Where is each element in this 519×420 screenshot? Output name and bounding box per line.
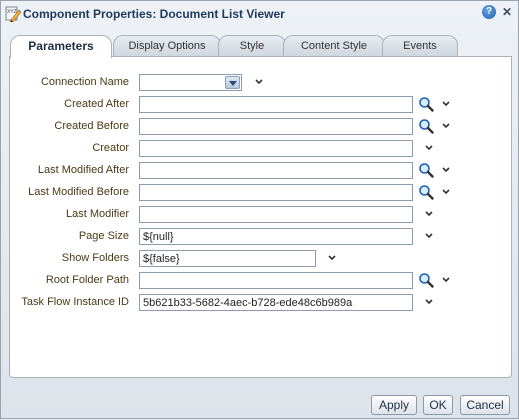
page-size-input[interactable] [139, 228, 413, 245]
param-row-last-modified-before: Last Modified Before [10, 184, 513, 202]
created-before-input[interactable] [139, 118, 413, 135]
parameters-panel: Connection Name Created After Created Be… [9, 56, 512, 378]
param-label: Last Modified After [37, 164, 129, 176]
svg-text:XYZ: XYZ [7, 9, 17, 15]
tab-content-style[interactable]: Content Style [283, 35, 385, 57]
param-label: Creator [92, 142, 129, 154]
param-row-task-flow-instance-id: Task Flow Instance ID [10, 294, 513, 312]
close-icon[interactable]: ✕ [501, 5, 513, 19]
chevron-down-icon[interactable] [441, 275, 451, 285]
search-icon[interactable] [418, 184, 434, 200]
chevron-down-icon[interactable] [441, 187, 451, 197]
edit-pencil-icon: XYZ [5, 6, 21, 22]
last-modifier-input[interactable] [139, 206, 413, 223]
tab-parameters[interactable]: Parameters [10, 35, 112, 58]
param-label: Task Flow Instance ID [21, 296, 129, 308]
help-icon[interactable]: ? [482, 5, 496, 19]
param-row-last-modified-after: Last Modified After [10, 162, 513, 180]
chevron-down-icon[interactable] [441, 165, 451, 175]
param-label: Created After [64, 98, 129, 110]
chevron-down-icon[interactable] [424, 297, 434, 307]
root-folder-path-input[interactable] [139, 272, 413, 289]
created-after-input[interactable] [139, 96, 413, 113]
tab-style[interactable]: Style [218, 35, 286, 57]
tab-display-options[interactable]: Display Options [113, 35, 221, 57]
dialog-title: Component Properties: Document List View… [23, 7, 285, 21]
param-row-root-folder-path: Root Folder Path [10, 272, 513, 290]
search-icon[interactable] [418, 272, 434, 288]
creator-input[interactable] [139, 140, 413, 157]
connection-name-select[interactable] [139, 74, 242, 91]
search-icon[interactable] [418, 96, 434, 112]
cancel-button[interactable]: Cancel [460, 395, 510, 415]
last-modified-before-input[interactable] [139, 184, 413, 201]
param-row-show-folders: Show Folders [10, 250, 513, 268]
param-label: Last Modified Before [28, 186, 129, 198]
param-row-page-size: Page Size [10, 228, 513, 246]
task-flow-instance-id-input[interactable] [139, 294, 413, 311]
tab-events[interactable]: Events [382, 35, 458, 57]
param-label: Created Before [54, 120, 129, 132]
last-modified-after-input[interactable] [139, 162, 413, 179]
dialog-footer: Apply OK Cancel [1, 389, 519, 420]
param-label: Connection Name [40, 76, 129, 88]
param-label: Root Folder Path [45, 274, 129, 286]
search-icon[interactable] [418, 118, 434, 134]
chevron-down-icon[interactable] [254, 77, 264, 87]
component-properties-dialog: XYZ Component Properties: Document List … [0, 0, 519, 419]
param-label: Show Folders [61, 252, 129, 264]
search-icon[interactable] [418, 162, 434, 178]
dropdown-arrow-icon[interactable] [225, 76, 240, 89]
param-row-connection-name: Connection Name [10, 74, 513, 92]
param-row-last-modifier: Last Modifier [10, 206, 513, 224]
chevron-down-icon[interactable] [424, 231, 434, 241]
tab-bar: Parameters Display Options Style Content… [1, 35, 519, 58]
param-row-created-after: Created After [10, 96, 513, 114]
param-row-created-before: Created Before [10, 118, 513, 136]
chevron-down-icon[interactable] [441, 121, 451, 131]
param-label: Last Modifier [66, 208, 129, 220]
ok-button[interactable]: OK [423, 395, 453, 415]
dialog-titlebar: XYZ Component Properties: Document List … [1, 1, 518, 27]
apply-button[interactable]: Apply [371, 395, 417, 415]
chevron-down-icon[interactable] [424, 209, 434, 219]
chevron-down-icon[interactable] [327, 253, 337, 263]
show-folders-input[interactable] [139, 250, 316, 267]
chevron-down-icon[interactable] [424, 143, 434, 153]
chevron-down-icon[interactable] [441, 99, 451, 109]
param-row-creator: Creator [10, 140, 513, 158]
param-label: Page Size [78, 230, 129, 242]
